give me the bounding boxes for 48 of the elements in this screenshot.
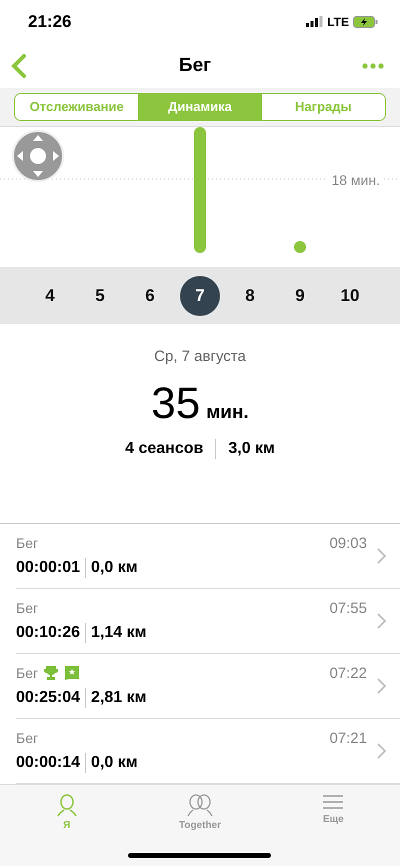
workout-distance: 2,81 км: [91, 688, 146, 707]
flag-icon: [64, 665, 80, 682]
chevron-icon[interactable]: [377, 678, 386, 694]
workout-duration: 00:00:14: [16, 754, 80, 772]
workout-time: 07:21: [329, 730, 367, 747]
screen-title: Бег: [178, 54, 212, 77]
workout-time: 09:03: [329, 534, 367, 552]
workout-name: Бег: [16, 600, 38, 616]
workout-duration: 00:00:01: [16, 558, 80, 577]
total-distance: 3,0 км: [227, 440, 276, 458]
trophy-icon: [43, 665, 60, 682]
day-button[interactable]: 8: [230, 276, 270, 316]
day-button[interactable]: 9: [280, 276, 320, 316]
workout-distance: 1,14 км: [91, 624, 146, 642]
workout-name: Бег: [16, 665, 38, 682]
people-icon: [186, 793, 214, 818]
workout-time: 07:22: [329, 664, 367, 682]
chevron-icon[interactable]: [377, 743, 386, 760]
network-label: LTE: [327, 14, 349, 29]
workout-duration: 00:10:26: [16, 624, 80, 642]
day-button[interactable]: 5: [80, 276, 120, 316]
chevron-icon[interactable]: [377, 548, 386, 564]
more-icon[interactable]: [362, 62, 384, 69]
total-value: 35: [151, 379, 200, 430]
battery-icon: [353, 16, 378, 28]
person-icon: [54, 793, 79, 818]
workout-row[interactable]: Бег 07:22 00:25:04 2,81 км: [16, 654, 400, 720]
day-button[interactable]: 4: [30, 276, 70, 316]
total-unit: мин.: [206, 402, 249, 424]
signal-icon: [306, 16, 324, 28]
day-button[interactable]: 6: [130, 276, 170, 316]
day-button[interactable]: 7: [180, 276, 220, 316]
workout-name: Бег: [16, 730, 38, 746]
back-icon[interactable]: [10, 52, 28, 79]
navigation-pad-icon[interactable]: [12, 130, 64, 182]
workout-row[interactable]: Бег 09:03 00:00:01 0,0 км: [16, 524, 400, 590]
workout-distance: 0,0 км: [91, 754, 138, 772]
menu-icon: [322, 793, 344, 812]
day-button[interactable]: 10: [330, 276, 370, 316]
status-time: 21:26: [28, 12, 72, 32]
workout-row[interactable]: Бег 07:55 00:10:26 1,14 км: [16, 589, 400, 654]
sessions-count: 4 сеансов: [124, 440, 204, 458]
chevron-icon[interactable]: [377, 613, 386, 630]
workout-name: Бег: [16, 535, 38, 552]
workout-duration: 00:25:04: [16, 688, 80, 707]
date-label: Ср, 7 августа: [154, 348, 246, 366]
workout-time: 07:55: [329, 600, 367, 617]
workout-distance: 0,0 км: [91, 558, 138, 577]
